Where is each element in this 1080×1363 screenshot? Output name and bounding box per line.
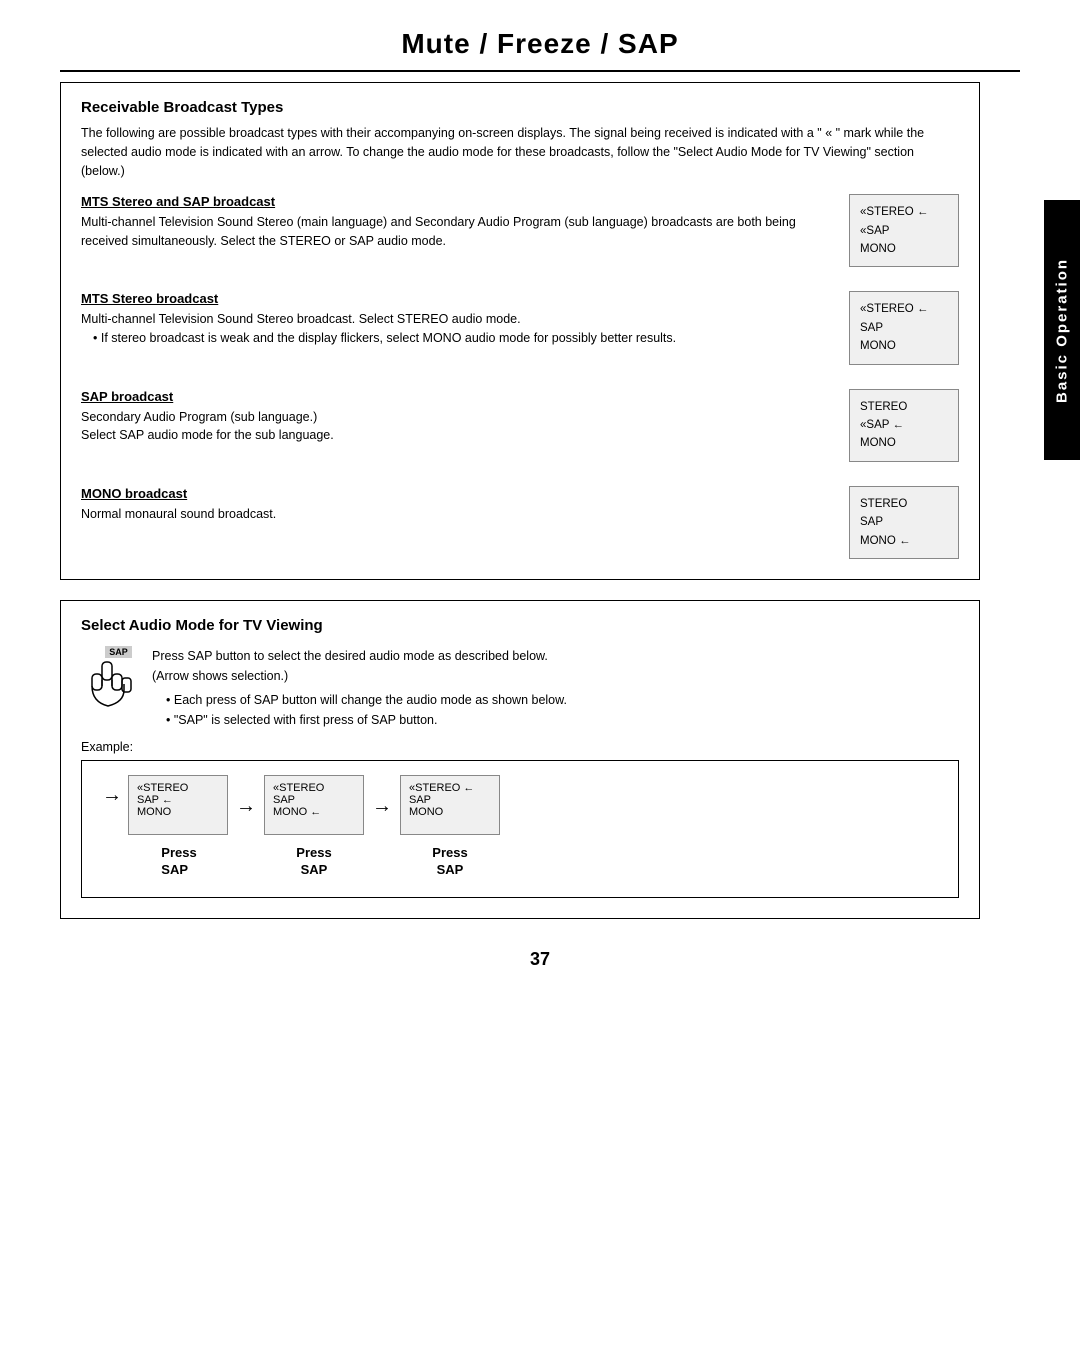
flow-osd-2-line2: SAP [409,794,491,806]
sap-button-label: SAP [105,646,132,658]
side-tab: Basic Operation [1044,200,1080,460]
osd-mono: STEREO SAP MONO ← [849,486,959,559]
osd-line1: «STEREO ← [860,300,948,318]
broadcast-row-mts-stereo: MTS Stereo broadcast Multi-channel Telev… [81,291,959,364]
osd-sap: STEREO «SAP ← MONO [849,389,959,462]
page-title: Mute / Freeze / SAP [60,28,1020,60]
osd-line2: SAP [860,513,948,531]
broadcast-row-sap: SAP broadcast Secondary Audio Program (s… [81,389,959,462]
flow-osd-1-line3: MONO ← [273,806,355,818]
broadcast-desc-mts-stereo: Multi-channel Television Sound Stereo br… [81,310,829,348]
select-bullet-1: "SAP" is selected with first press of SA… [166,710,567,730]
press-label-1-1: Press [296,845,331,860]
broadcast-heading-mts-sap: MTS Stereo and SAP broadcast [81,194,829,209]
select-section: Select Audio Mode for TV Viewing SAP [60,600,980,919]
press-label-0-1: Press [161,845,196,860]
receivable-section-intro: The following are possible broadcast typ… [81,124,959,180]
side-tab-label: Basic Operation [1054,257,1071,402]
press-label-1-2: SAP [301,862,328,877]
osd-mts-sap: «STEREO ← «SAP MONO [849,194,959,267]
osd-line2: «SAP ← [860,416,948,434]
flow-osd-2-line3: MONO [409,806,491,818]
press-label-2-2: SAP [437,862,464,877]
flow-osd-2: «STEREO ← SAP MONO [400,775,500,835]
select-section-title: Select Audio Mode for TV Viewing [81,617,959,634]
example-label: Example: [81,740,959,754]
broadcast-heading-mts-stereo: MTS Stereo broadcast [81,291,829,306]
flow-osd-2-line1: «STEREO ← [409,782,491,794]
osd-line2: «SAP [860,222,948,240]
osd-line3: MONO [860,434,948,452]
select-intro-row: SAP Press SAP button to select the desir… [81,646,959,730]
select-intro-line2: (Arrow shows selection.) [152,666,567,686]
hand-icon-box: SAP [81,646,136,720]
select-text: Press SAP button to select the desired a… [152,646,567,730]
select-bullet-0: Each press of SAP button will change the… [166,690,567,710]
osd-line3: MONO [860,240,948,258]
broadcast-text-sap: SAP broadcast Secondary Audio Program (s… [81,389,829,446]
broadcast-text-mono: MONO broadcast Normal monaural sound bro… [81,486,829,524]
osd-line3: MONO ← [860,532,948,550]
broadcast-text-mts-stereo: MTS Stereo broadcast Multi-channel Telev… [81,291,829,348]
main-content: Receivable Broadcast Types The following… [60,82,1020,919]
osd-line1: STEREO [860,495,948,513]
broadcast-heading-mono: MONO broadcast [81,486,829,501]
osd-mts-stereo: «STEREO ← SAP MONO [849,291,959,364]
page-title-bar: Mute / Freeze / SAP [60,0,1020,72]
osd-line2: SAP [860,319,948,337]
broadcast-heading-sap: SAP broadcast [81,389,829,404]
broadcast-row-mts-sap: MTS Stereo and SAP broadcast Multi-chann… [81,194,959,267]
osd-line3: MONO [860,337,948,355]
receivable-section: Receivable Broadcast Types The following… [60,82,980,580]
osd-line1: «STEREO ← [860,203,948,221]
flow-osd-0: «STEREO SAP ← MONO [128,775,228,835]
broadcast-desc-mts-sap: Multi-channel Television Sound Stereo (m… [81,213,829,251]
example-flow: → «STEREO SAP ← MONO Press SAP → [102,775,938,879]
flow-osd-0-line1: «STEREO [137,782,219,794]
press-label-0-2: SAP [161,862,188,877]
broadcast-row-mono: MONO broadcast Normal monaural sound bro… [81,486,959,559]
broadcast-desc-sap: Secondary Audio Program (sub language.) … [81,408,829,446]
flow-osd-1-line2: SAP [273,794,355,806]
broadcast-desc-mono: Normal monaural sound broadcast. [81,505,829,524]
flow-osd-1-line1: «STEREO [273,782,355,794]
osd-line1: STEREO [860,398,948,416]
page-number: 37 [0,949,1080,970]
broadcast-text-mts-sap: MTS Stereo and SAP broadcast Multi-chann… [81,194,829,251]
receivable-section-title: Receivable Broadcast Types [81,99,959,116]
example-flow-box: → «STEREO SAP ← MONO Press SAP → [81,760,959,898]
select-intro-line1: Press SAP button to select the desired a… [152,646,567,666]
hand-press-icon [84,660,134,720]
flow-osd-0-line2: SAP ← [137,794,219,806]
select-bullets: Each press of SAP button will change the… [152,690,567,730]
broadcast-bullet-mts-stereo: If stereo broadcast is weak and the disp… [93,329,829,348]
flow-osd-0-line3: MONO [137,806,219,818]
press-label-2-1: Press [432,845,467,860]
flow-osd-1: «STEREO SAP MONO ← [264,775,364,835]
